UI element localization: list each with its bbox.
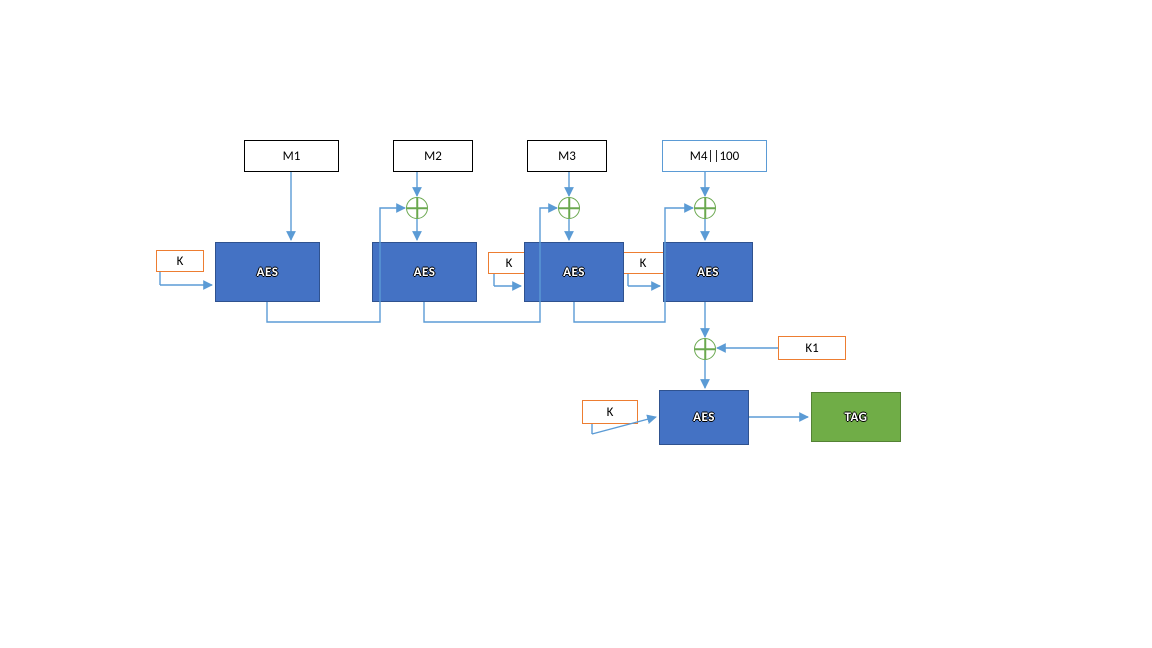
aes-label-3: AES (563, 265, 585, 280)
message-block-m4: M4||100 (662, 140, 767, 172)
k-label-3: K (640, 256, 647, 271)
key-box-k1: K1 (778, 336, 846, 360)
message-block-m2: M2 (393, 140, 473, 172)
message-block-m3: M3 (527, 140, 607, 172)
xor-icon-3 (694, 197, 716, 219)
m2-label: M2 (424, 149, 442, 164)
connector-layer (0, 0, 1152, 648)
xor-icon-2 (558, 197, 580, 219)
aes-block-1: AES (215, 242, 320, 302)
aes-block-2: AES (372, 242, 477, 302)
tag-label: TAG (845, 410, 868, 425)
m1-label: M1 (283, 149, 301, 164)
key-box-k-1: K (156, 250, 204, 272)
aes-label-1: AES (257, 265, 279, 280)
k1-label: K1 (805, 341, 818, 356)
k-label-4: K (607, 405, 614, 420)
aes-label-4: AES (697, 265, 719, 280)
k-label-1: K (177, 254, 184, 269)
message-block-m1: M1 (244, 140, 339, 172)
tag-block: TAG (811, 392, 901, 442)
diagram-canvas: M1 M2 M3 M4||100 K K K K1 K AES AES AES … (0, 0, 1152, 648)
key-box-k-3: K (622, 252, 664, 274)
aes-block-5: AES (659, 390, 749, 445)
xor-icon-1 (406, 197, 428, 219)
xor-icon-4 (694, 338, 716, 360)
aes-block-4: AES (663, 242, 753, 302)
key-box-k-4: K (582, 400, 638, 424)
k-label-2: K (506, 256, 513, 271)
aes-label-2: AES (414, 265, 436, 280)
m3-label: M3 (558, 149, 576, 164)
aes-block-3: AES (524, 242, 624, 302)
aes-label-5: AES (693, 410, 715, 425)
m4-label: M4||100 (690, 149, 739, 164)
